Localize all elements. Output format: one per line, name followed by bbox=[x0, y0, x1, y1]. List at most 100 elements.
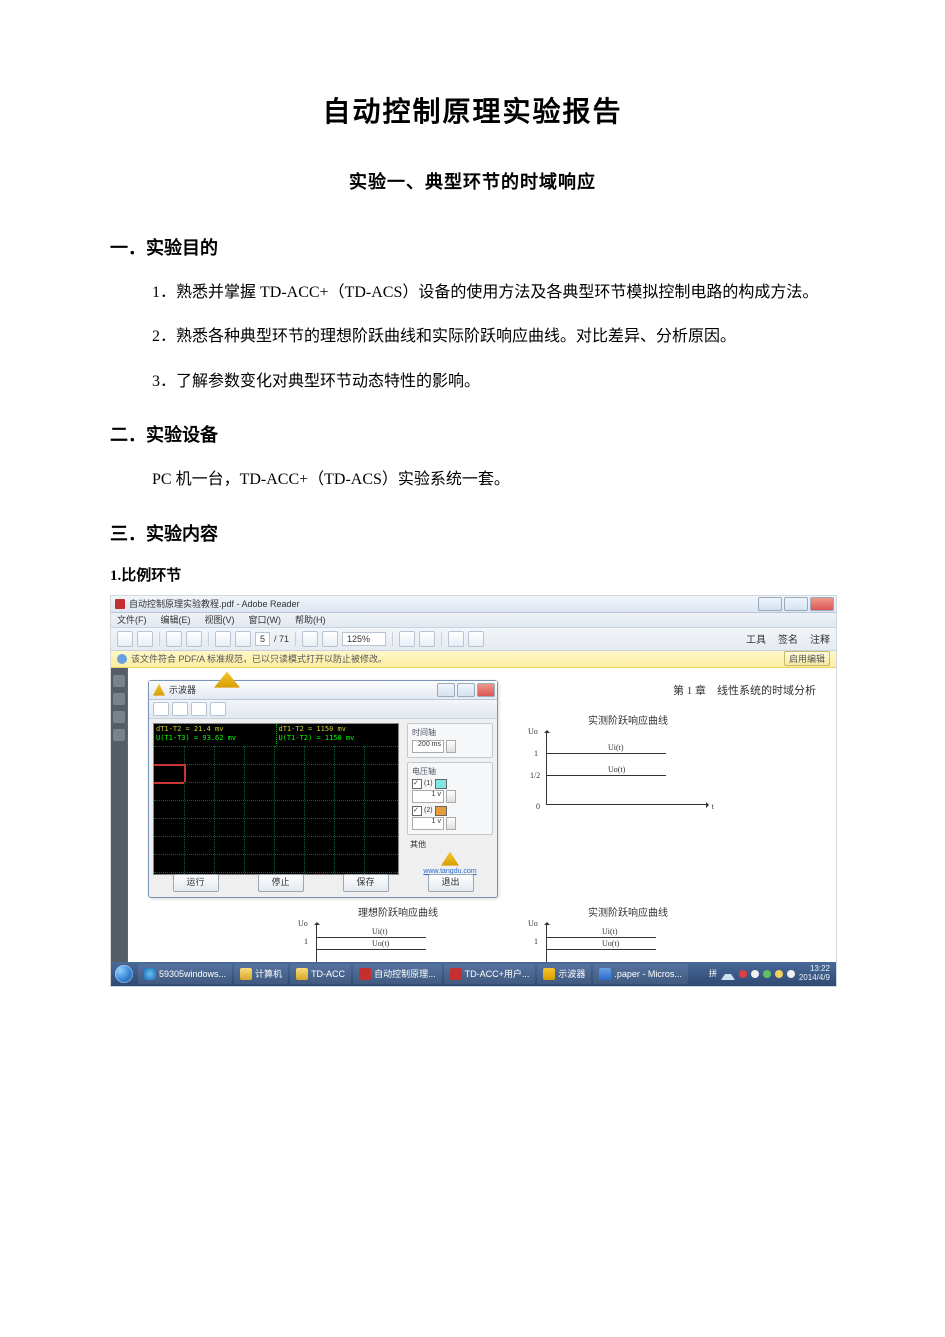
start-orb-icon bbox=[115, 965, 133, 983]
link-tools[interactable]: 工具 bbox=[746, 631, 766, 646]
menu-file[interactable]: 文件(F) bbox=[117, 613, 147, 626]
other-label: 其他 bbox=[410, 839, 426, 850]
taskbar-computer[interactable]: 计算机 bbox=[234, 964, 288, 984]
tick-1: 1 bbox=[534, 749, 538, 758]
scope-read-2a: U(T1-T3) = 93.62 mv bbox=[156, 734, 274, 743]
stop-button[interactable]: 停止 bbox=[258, 874, 304, 892]
maximize-button[interactable] bbox=[784, 597, 808, 611]
taskbar-clock[interactable]: 13:22 2014/4/9 bbox=[799, 965, 830, 983]
tool-icon[interactable] bbox=[399, 631, 415, 647]
close-button[interactable] bbox=[810, 597, 834, 611]
system-tray: 拼 13:22 2014/4/9 bbox=[703, 965, 836, 983]
tray-icon[interactable] bbox=[775, 970, 783, 978]
line-label-ui: Ui(t) bbox=[602, 927, 618, 936]
line-label-uo: Uo(t) bbox=[608, 765, 625, 774]
ch2-volt-input[interactable]: 1 v bbox=[412, 817, 444, 830]
tool-icon[interactable] bbox=[448, 631, 464, 647]
adobe-sidebar bbox=[111, 668, 127, 966]
tick-half: 1/2 bbox=[530, 771, 540, 780]
taskbar-tdacc-folder[interactable]: TD-ACC bbox=[290, 964, 351, 984]
doc-subtitle: 实验一、典型环节的时域响应 bbox=[110, 168, 835, 194]
zoom-in-icon[interactable] bbox=[322, 631, 338, 647]
embedded-screenshot: 自动控制原理实验教程.pdf - Adobe Reader 文件(F) 编辑(E… bbox=[110, 595, 837, 987]
info-icon bbox=[117, 654, 127, 664]
section-2-p1: PC 机一台，TD-ACC+（TD-ACS）实验系统一套。 bbox=[152, 465, 835, 495]
tray-icon[interactable] bbox=[739, 970, 747, 978]
enable-edit-button[interactable]: 启用编辑 bbox=[784, 651, 830, 666]
windows-taskbar: 59305windows... 计算机 TD-ACC 自动控制原理... TD-… bbox=[111, 962, 836, 986]
y-axis-label: Uo bbox=[528, 919, 538, 928]
sidebar-attachments-icon[interactable] bbox=[113, 711, 125, 723]
scope-read-2b: U(T1-T2) = 1150 mv bbox=[279, 734, 397, 743]
menu-view[interactable]: 视图(V) bbox=[205, 613, 235, 626]
link-comment[interactable]: 注释 bbox=[810, 631, 830, 646]
y-axis-label: Uo bbox=[528, 727, 538, 736]
scope-tool-icon[interactable] bbox=[153, 702, 169, 716]
line-label-ui: Ui(t) bbox=[608, 743, 624, 752]
taskbar-pdf1[interactable]: 自动控制原理... bbox=[353, 964, 442, 984]
volt-axis-label: 电压轴 bbox=[412, 766, 488, 777]
page-number-input[interactable]: 5 bbox=[255, 632, 270, 646]
ch1-checkbox[interactable] bbox=[412, 779, 422, 789]
section-1-p1: 1．熟悉并掌握 TD-ACC+（TD-ACS）设备的使用方法及各典型环节模拟控制… bbox=[152, 278, 835, 308]
sidebar-thumbnails-icon[interactable] bbox=[113, 675, 125, 687]
ime-indicator[interactable]: 拼 bbox=[709, 968, 717, 979]
link-sign[interactable]: 签名 bbox=[778, 631, 798, 646]
pdf-icon bbox=[450, 968, 462, 980]
toolbar-sep bbox=[159, 632, 160, 646]
measured-curve-upper: 实测阶跃响应曲线 Uo t 1 1/2 0 Ui(t) Uo(t) bbox=[528, 712, 728, 811]
tick-0: 0 bbox=[536, 802, 540, 811]
scope-plot[interactable]: dT1-T2 = 21.4 mv U(T1-T3) = 93.62 mv dT1… bbox=[153, 723, 399, 875]
scope-maximize-button[interactable] bbox=[457, 683, 475, 697]
pdf-icon bbox=[359, 968, 371, 980]
ch1-color-swatch[interactable] bbox=[435, 779, 447, 789]
scope-minimize-button[interactable] bbox=[437, 683, 455, 697]
print-icon[interactable] bbox=[166, 631, 182, 647]
taskbar-ie[interactable]: 59305windows... bbox=[138, 964, 232, 984]
taskbar-word[interactable]: .paper - Micros... bbox=[593, 964, 688, 984]
tool-icon[interactable] bbox=[419, 631, 435, 647]
section-2-heading: 二．实验设备 bbox=[110, 421, 835, 447]
ch2-color-swatch[interactable] bbox=[435, 806, 447, 816]
x-axis-label: t bbox=[712, 802, 714, 811]
tray-icon[interactable] bbox=[751, 970, 759, 978]
spinner-icon[interactable] bbox=[446, 817, 456, 830]
save-icon[interactable] bbox=[137, 631, 153, 647]
menu-help[interactable]: 帮助(H) bbox=[295, 613, 326, 626]
toolbar-sep bbox=[441, 632, 442, 646]
tray-expand-icon[interactable] bbox=[721, 968, 735, 980]
ch1-volt-input[interactable]: 1 v bbox=[412, 790, 444, 803]
measured-curve-label: 实测阶跃响应曲线 bbox=[528, 712, 728, 727]
sidebar-bookmarks-icon[interactable] bbox=[113, 693, 125, 705]
taskbar-scope[interactable]: 示波器 bbox=[537, 964, 591, 984]
scope-tool-icon[interactable] bbox=[191, 702, 207, 716]
volume-icon[interactable] bbox=[787, 970, 795, 978]
sidebar-signatures-icon[interactable] bbox=[113, 729, 125, 741]
zoom-out-icon[interactable] bbox=[302, 631, 318, 647]
time-axis-input[interactable]: 200 ms bbox=[412, 740, 444, 753]
menu-edit[interactable]: 编辑(E) bbox=[161, 613, 191, 626]
toolbar-sep bbox=[295, 632, 296, 646]
page-up-icon[interactable] bbox=[215, 631, 231, 647]
run-button[interactable]: 运行 bbox=[173, 874, 219, 892]
open-icon[interactable] bbox=[117, 631, 133, 647]
spinner-icon[interactable] bbox=[446, 790, 456, 803]
minimize-button[interactable] bbox=[758, 597, 782, 611]
start-button[interactable] bbox=[111, 963, 137, 985]
spinner-icon[interactable] bbox=[446, 740, 456, 753]
ch2-checkbox[interactable] bbox=[412, 806, 422, 816]
menu-window[interactable]: 窗口(W) bbox=[249, 613, 282, 626]
scope-tool-icon[interactable] bbox=[172, 702, 188, 716]
exit-button[interactable]: 退出 bbox=[428, 874, 474, 892]
scope-close-button[interactable] bbox=[477, 683, 495, 697]
section-1-p2: 2．熟悉各种典型环节的理想阶跃曲线和实际阶跃响应曲线。对比差异、分析原因。 bbox=[152, 322, 835, 352]
tray-icon[interactable] bbox=[763, 970, 771, 978]
zoom-input[interactable]: 125% bbox=[342, 632, 386, 646]
taskbar-pdf2[interactable]: TD-ACC+用户... bbox=[444, 964, 536, 984]
tool-icon[interactable] bbox=[468, 631, 484, 647]
save-button[interactable]: 保存 bbox=[343, 874, 389, 892]
scope-tool-icon[interactable] bbox=[210, 702, 226, 716]
page-down-icon[interactable] bbox=[235, 631, 251, 647]
pdf-document-area[interactable]: 示波器 bbox=[127, 668, 836, 966]
mail-icon[interactable] bbox=[186, 631, 202, 647]
